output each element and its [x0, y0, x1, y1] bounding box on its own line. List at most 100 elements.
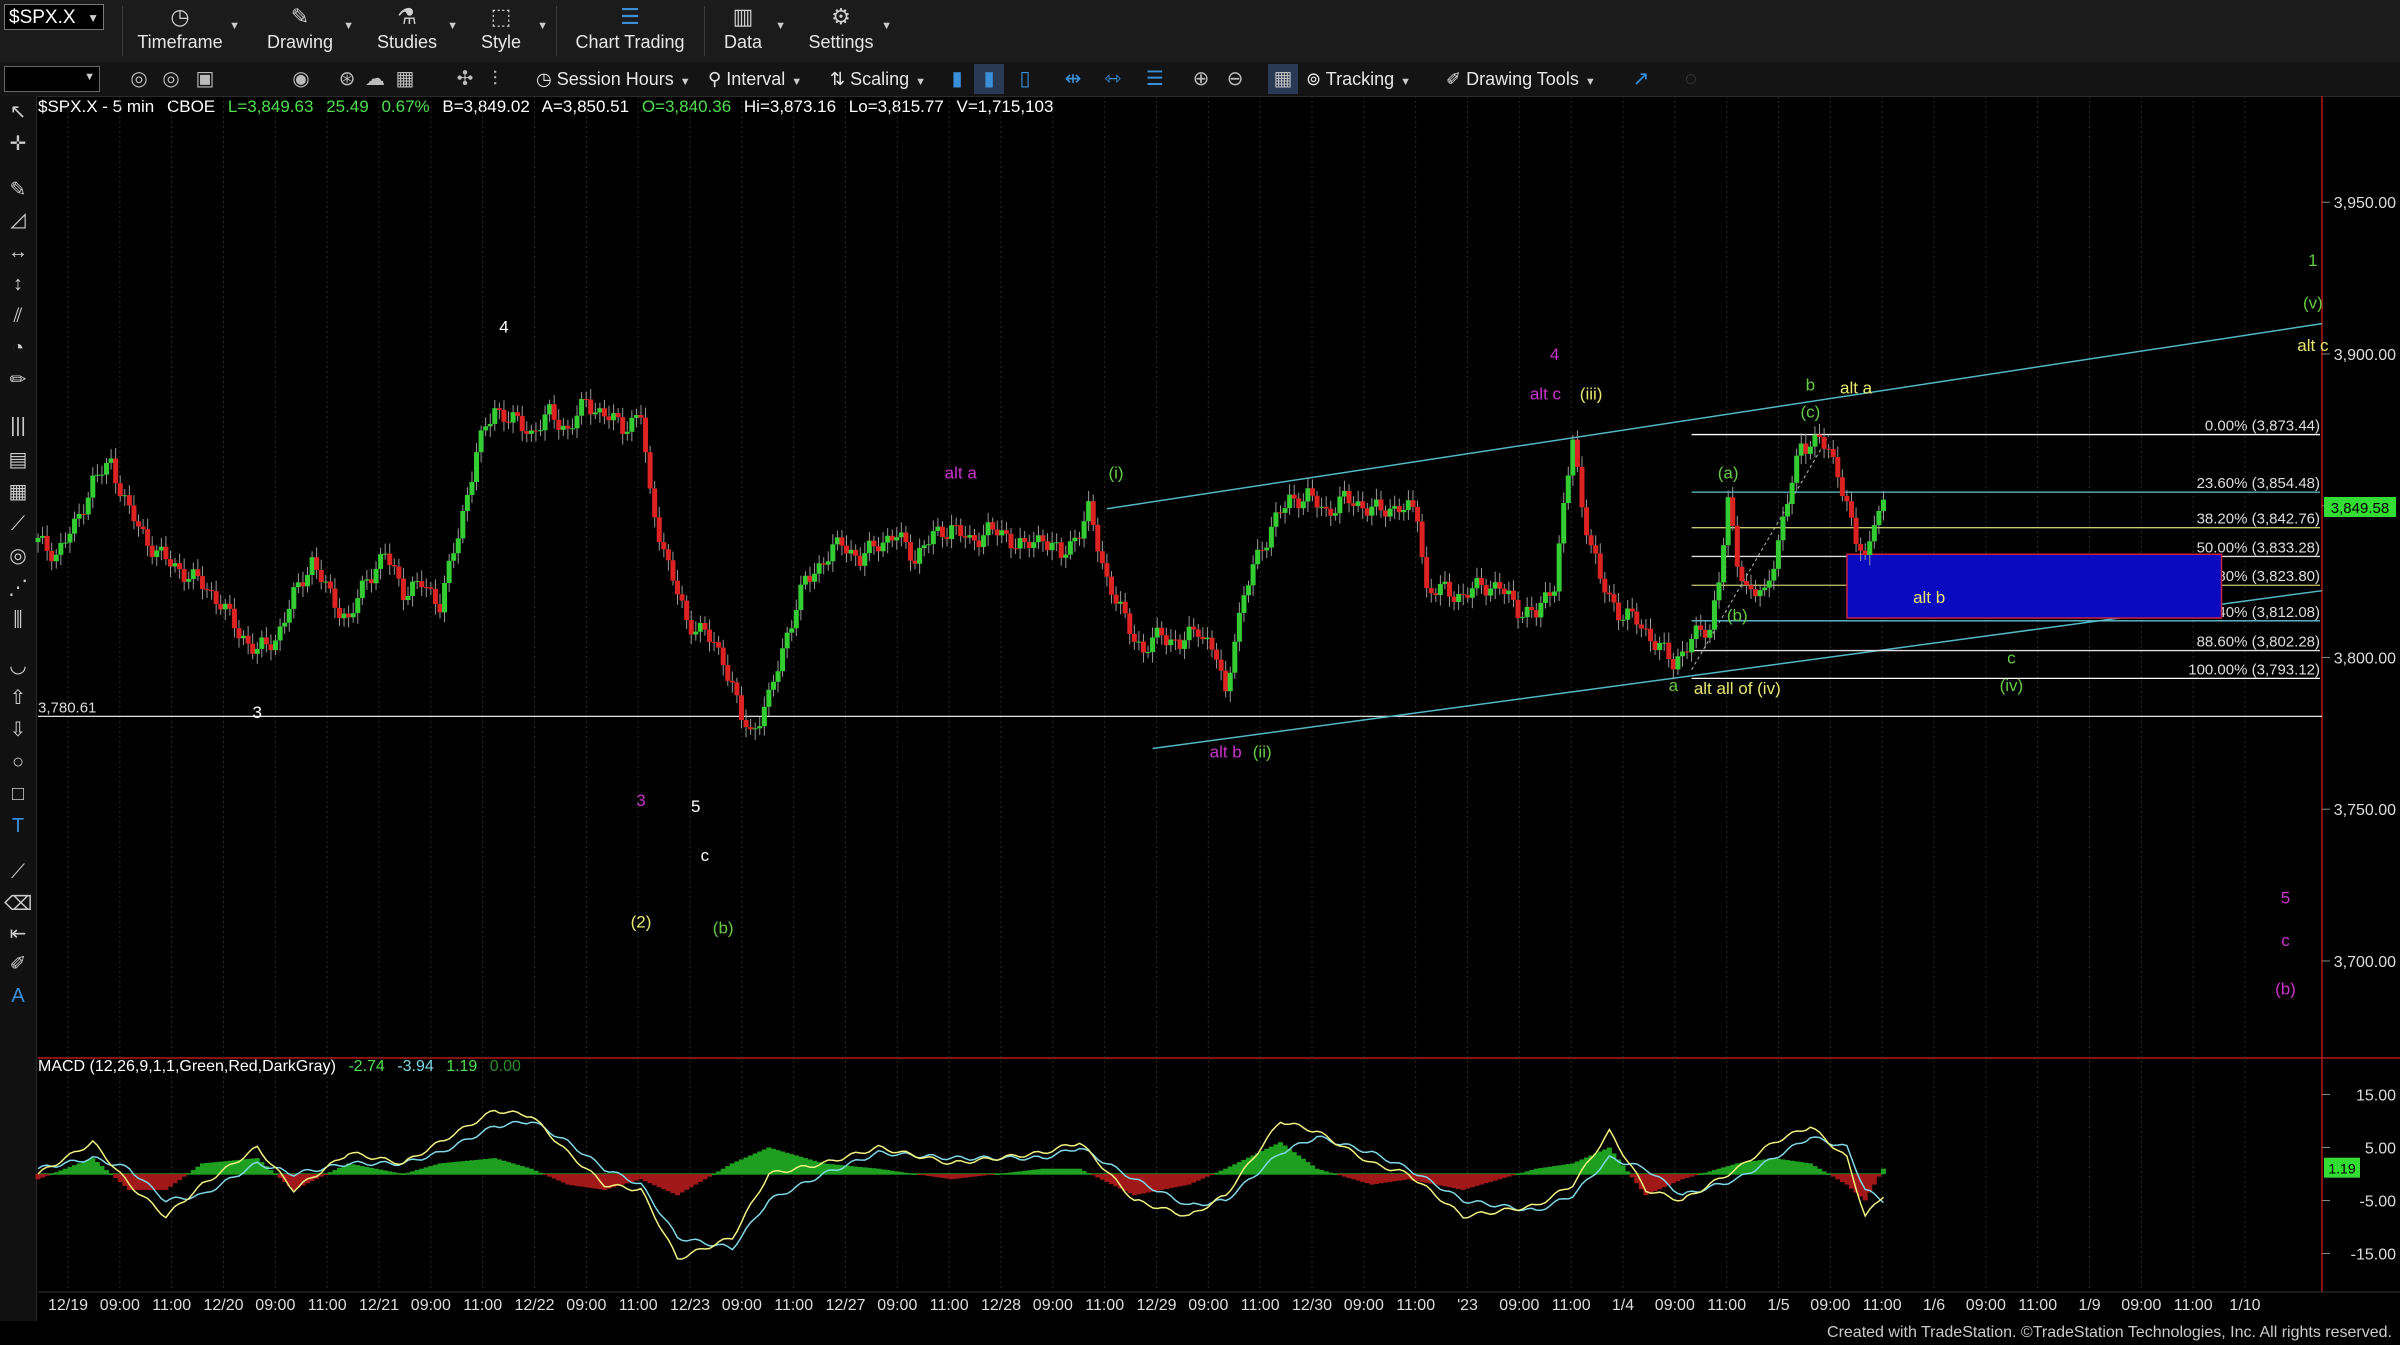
- candle-body: [1236, 612, 1242, 642]
- chat-icon[interactable]: ◌: [1676, 64, 1706, 94]
- candle-body: [1191, 626, 1197, 630]
- symbol-interval: $SPX.X - 5 min: [38, 97, 155, 116]
- candle-body: [1008, 533, 1014, 549]
- histogram-bar: [1579, 1159, 1585, 1174]
- line-chart-icon[interactable]: ▯: [1010, 64, 1040, 94]
- candle-body: [834, 537, 840, 545]
- interval-button[interactable]: ⚲ Interval ▼: [708, 62, 802, 96]
- histogram-bar: [400, 1174, 406, 1175]
- gauge-icon[interactable]: ◔: [4, 334, 32, 362]
- image-icon[interactable]: ▦: [390, 64, 420, 94]
- settings-button[interactable]: ⚙ Settings ▼: [806, 2, 892, 60]
- annotation-icon[interactable]: A: [4, 982, 32, 1010]
- candle-body: [442, 582, 448, 613]
- compress-icon[interactable]: ⇿: [1098, 64, 1128, 94]
- rectangle-icon[interactable]: □: [4, 780, 32, 808]
- crosshair-icon[interactable]: ✛: [4, 130, 32, 158]
- scaling-button[interactable]: ⇅ Scaling ▼: [830, 62, 926, 96]
- fib-bars-icon[interactable]: |||: [4, 412, 32, 440]
- pencil-icon[interactable]: ✏: [4, 366, 32, 394]
- candle-body: [1108, 576, 1114, 595]
- candle-body: [510, 412, 516, 423]
- histogram-bar: [323, 1174, 329, 1175]
- zoom-in-icon[interactable]: ⊕: [1186, 64, 1216, 94]
- zoom-out-icon[interactable]: ⊖: [1220, 64, 1250, 94]
- expand-icon[interactable]: ⇹: [1058, 64, 1088, 94]
- candle-body: [1296, 498, 1302, 509]
- candle-body: [1309, 488, 1315, 496]
- chart-trading-button[interactable]: ☰ Chart Trading: [570, 2, 690, 60]
- angle-icon[interactable]: ◿: [4, 206, 32, 234]
- wave-label: (c): [1800, 403, 1820, 422]
- fib-grid-icon[interactable]: ▤: [4, 446, 32, 474]
- candle-body: [126, 495, 132, 506]
- window-icon[interactable]: ▣: [190, 64, 220, 94]
- grid-icon[interactable]: ▦: [1268, 64, 1298, 94]
- highlighter-icon[interactable]: ✐: [4, 950, 32, 978]
- cloud-icon[interactable]: ☁: [360, 64, 390, 94]
- histogram-bar: [1620, 1165, 1626, 1174]
- histogram-bar: [405, 1172, 411, 1174]
- candlestick-icon[interactable]: ▮: [974, 64, 1004, 94]
- parallel-lines-icon[interactable]: ⫽: [4, 302, 32, 330]
- candle-body: [1835, 457, 1841, 478]
- fib-speed-icon[interactable]: ⋰: [4, 574, 32, 602]
- histogram-bar: [1191, 1174, 1197, 1183]
- histogram-bar: [1789, 1160, 1795, 1174]
- refresh-icon[interactable]: ◎: [124, 64, 154, 94]
- fib-circle-icon[interactable]: ◎: [4, 542, 32, 570]
- symbol-selector[interactable]: $SPX.X ▼: [4, 4, 104, 30]
- cursor-icon[interactable]: ↖: [4, 98, 32, 126]
- style-button[interactable]: ⬚ Style ▼: [470, 2, 548, 60]
- fib-table-icon[interactable]: ▦: [4, 478, 32, 506]
- layout-icon[interactable]: ☰: [1140, 64, 1170, 94]
- link-icon[interactable]: ⊛: [332, 64, 362, 94]
- brush-icon[interactable]: ✎: [4, 176, 32, 204]
- tracking-button[interactable]: ⊚ Tracking ▼: [1306, 62, 1411, 96]
- candle-body: [1277, 512, 1284, 514]
- horizontal-arrow-icon[interactable]: ↔: [4, 238, 32, 266]
- text-icon[interactable]: T: [4, 812, 32, 840]
- session-hours-button[interactable]: ◷ Session Hours ▼: [536, 62, 691, 96]
- circle-icon[interactable]: ○: [4, 748, 32, 776]
- fib-fan-icon[interactable]: ⟋: [4, 510, 32, 538]
- candle-body: [839, 537, 845, 546]
- histogram-bar: [1785, 1160, 1791, 1174]
- drawing-tools-button[interactable]: ✐ Drawing Tools ▼: [1446, 62, 1596, 96]
- histogram-bar: [437, 1163, 443, 1174]
- x-tick-label: 11:00: [2174, 1297, 2213, 1314]
- line-tool-icon[interactable]: ⟋: [4, 858, 32, 886]
- target-icon[interactable]: ◉: [286, 64, 316, 94]
- bars-icon[interactable]: ⫶: [480, 64, 510, 94]
- histogram-bar: [1867, 1174, 1873, 1193]
- share-icon[interactable]: ↗: [1626, 64, 1656, 94]
- histogram-bar: [1510, 1174, 1516, 1176]
- histogram-bar: [451, 1162, 457, 1174]
- histogram-bar: [250, 1158, 256, 1174]
- fib-time-icon[interactable]: ⫼: [4, 606, 32, 634]
- eraser-icon[interactable]: ⌫: [4, 890, 32, 918]
- candle-body: [844, 545, 850, 554]
- arc-icon[interactable]: ◡: [4, 652, 32, 680]
- workspace-selector[interactable]: ▼: [4, 66, 100, 92]
- histogram-bar: [1817, 1168, 1823, 1174]
- studies-button[interactable]: ⚗ Studies ▼: [372, 2, 458, 60]
- histogram-bar: [665, 1174, 671, 1192]
- cut-icon[interactable]: ⇤: [4, 920, 32, 948]
- x-tick-label: 09:00: [255, 1297, 295, 1314]
- candle-body: [560, 425, 566, 430]
- drawing-button[interactable]: ✎ Drawing ▼: [262, 2, 354, 60]
- palette-icon[interactable]: ✣: [450, 64, 480, 94]
- down-arrow-icon[interactable]: ⇩: [4, 716, 32, 744]
- sync-icon[interactable]: ◎: [156, 64, 186, 94]
- candle-body: [158, 546, 164, 551]
- timeframe-button[interactable]: ◷ Timeframe ▼: [136, 2, 240, 60]
- histogram-bar: [1611, 1153, 1617, 1174]
- vertical-arrow-icon[interactable]: ↕: [4, 270, 32, 298]
- candle-body: [1323, 506, 1329, 509]
- candle-body: [583, 398, 589, 400]
- candle-body: [579, 398, 585, 416]
- up-arrow-icon[interactable]: ⇧: [4, 684, 32, 712]
- data-button[interactable]: ▥ Data ▼: [716, 2, 786, 60]
- bar-chart-icon[interactable]: ▮: [942, 64, 972, 94]
